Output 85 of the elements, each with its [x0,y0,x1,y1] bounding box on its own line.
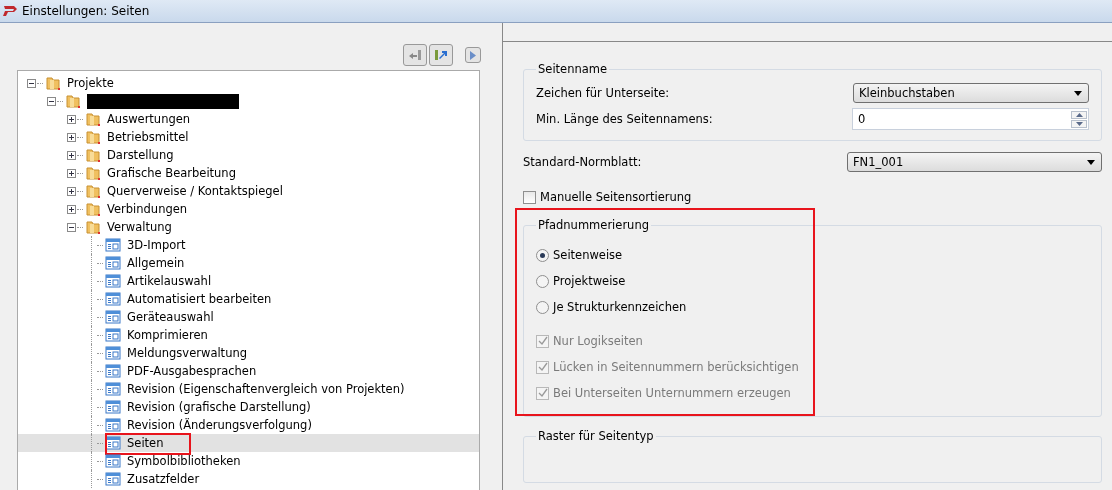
tree-item[interactable]: Betriebsmittel [105,130,191,144]
tree-item[interactable]: Revision (Änderungsverfolgung) [125,418,314,432]
expand-icon[interactable] [67,114,76,124]
page-icon [105,309,121,325]
folder-icon [85,165,101,181]
group-title: Seitenname [537,62,609,76]
page-icon [105,255,121,271]
field-label: Min. Länge des Seitennamens: [536,112,713,126]
expand-icon[interactable] [67,204,76,214]
tree-item[interactable]: 3D-Import [125,238,188,252]
expand-icon[interactable] [67,150,76,160]
tree-item[interactable]: Verbindungen [105,202,190,216]
window-title: Einstellungen: Seiten [22,4,150,18]
tree-item[interactable]: Revision (grafische Darstellung) [125,400,313,414]
tree-item[interactable]: Grafische Bearbeitung [105,166,238,180]
tree-item[interactable]: Symbolbibliotheken [125,454,243,468]
import-button[interactable] [403,44,427,66]
folder-icon [65,93,81,109]
tree-item[interactable]: Projekte [65,76,116,90]
page-icon [105,291,121,307]
folder-icon [85,219,101,235]
page-icon [105,471,121,487]
app-icon [2,4,18,18]
field-label: Zeichen für Unterseite: [536,86,670,100]
spin-down-icon[interactable] [1075,121,1083,126]
page-icon [105,237,121,253]
radio-label: Projektweise [553,274,626,288]
page-icon [105,363,121,379]
arrow-up-right-icon [433,48,449,62]
spin-up-icon[interactable] [1075,112,1083,117]
expand-icon[interactable] [67,132,76,142]
folder-icon [85,129,101,145]
page-icon [105,273,121,289]
play-button[interactable] [465,47,481,63]
page-icon [105,381,121,397]
caret-icon [1087,159,1095,165]
tree-item[interactable]: Revision (Eigenschaftenvergleich von Projekten) [125,382,407,396]
tree-item[interactable]: Allgemein [125,256,187,270]
collapse-icon[interactable] [67,222,76,232]
dropdown[interactable]: Kleinbuchstaben [853,83,1089,103]
radio-button[interactable] [536,300,549,314]
tree-item[interactable]: Artikelauswahl [125,274,214,288]
play-icon [469,50,477,60]
radio-label: Seitenweise [553,248,623,262]
radio-button[interactable] [536,274,549,288]
collapse-icon[interactable] [47,96,56,106]
expand-icon[interactable] [67,168,76,178]
tree-item[interactable]: Seiten [125,436,166,450]
folder-icon [85,183,101,199]
tree-item[interactable]: Querverweise / Kontaktspiegel [105,184,285,198]
tree-item[interactable]: Meldungsverwaltung [125,346,249,360]
page-icon [105,399,121,415]
group-title: Raster für Seitentyp [537,429,655,443]
tree-item[interactable]: Geräteauswahl [125,310,216,324]
tree-item[interactable]: Komprimieren [125,328,210,342]
tree-item[interactable]: Darstellung [105,148,176,162]
checkbox[interactable] [523,190,536,204]
folder-icon [85,201,101,217]
dropdown[interactable]: FN1_001 [847,152,1102,172]
checkbox-label: Manuelle Seitensortierung [540,190,692,204]
tree-item[interactable]: Auswertungen [105,112,193,126]
checkbox-label: Lücken in Seitennummern berücksichtigen [553,360,799,374]
tree-item[interactable]: Zusatzfelder [125,472,202,486]
page-icon [105,453,121,469]
expand-icon[interactable] [67,186,76,196]
folder-icon [85,147,101,163]
tree-item[interactable]: PDF-Ausgabesprachen [125,364,259,378]
number-field[interactable]: 0 [852,108,1089,130]
radio-label: Je Strukturkennzeichen [553,300,687,314]
page-icon [105,327,121,343]
page-icon [105,345,121,361]
folder-icon [45,75,61,91]
checkbox-label: Nur Logikseiten [553,334,643,348]
group-title: Pfadnummerierung [537,218,650,232]
caret-icon [1074,90,1082,96]
field-label: Standard-Normblatt: [523,155,642,169]
folder-icon [85,111,101,127]
tree-item[interactable]: Automatisiert bearbeiten [125,292,274,306]
tree-item[interactable]: Verwaltung [105,220,174,234]
collapse-icon[interactable] [27,78,36,88]
page-icon [105,417,121,433]
checkbox-label: Bei Unterseiten Unternummern erzeugen [553,386,791,400]
export-button[interactable] [429,44,453,66]
arrow-left-icon [407,48,423,62]
radio-button[interactable] [536,248,549,262]
